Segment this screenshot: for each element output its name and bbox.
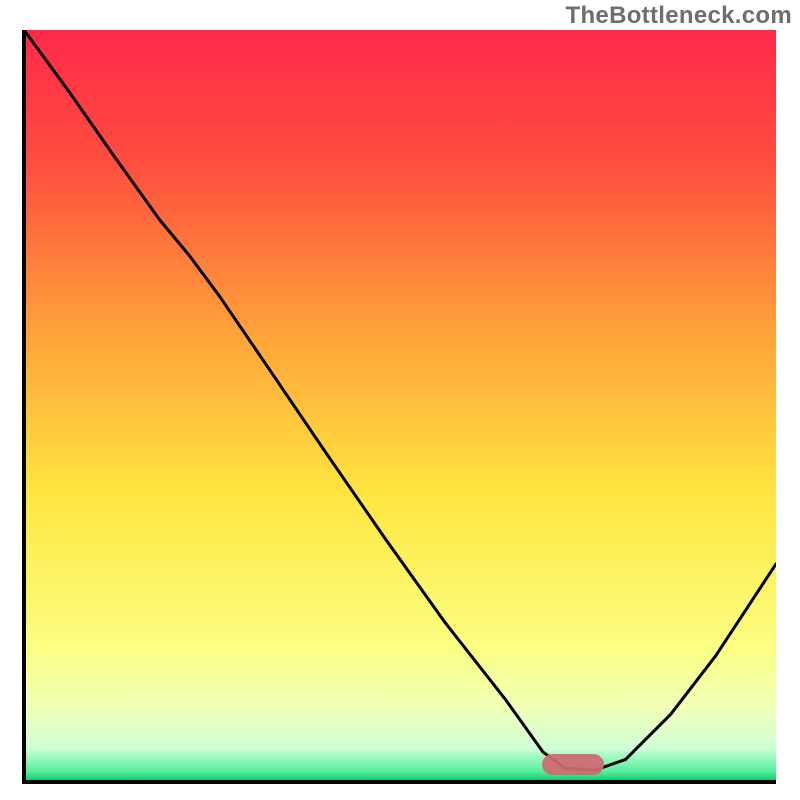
watermark-text: TheBottleneck.com — [566, 2, 792, 30]
chart-svg — [0, 0, 800, 800]
min-marker — [542, 754, 604, 775]
gradient-background — [24, 30, 776, 782]
chart-canvas: TheBottleneck.com — [0, 0, 800, 800]
